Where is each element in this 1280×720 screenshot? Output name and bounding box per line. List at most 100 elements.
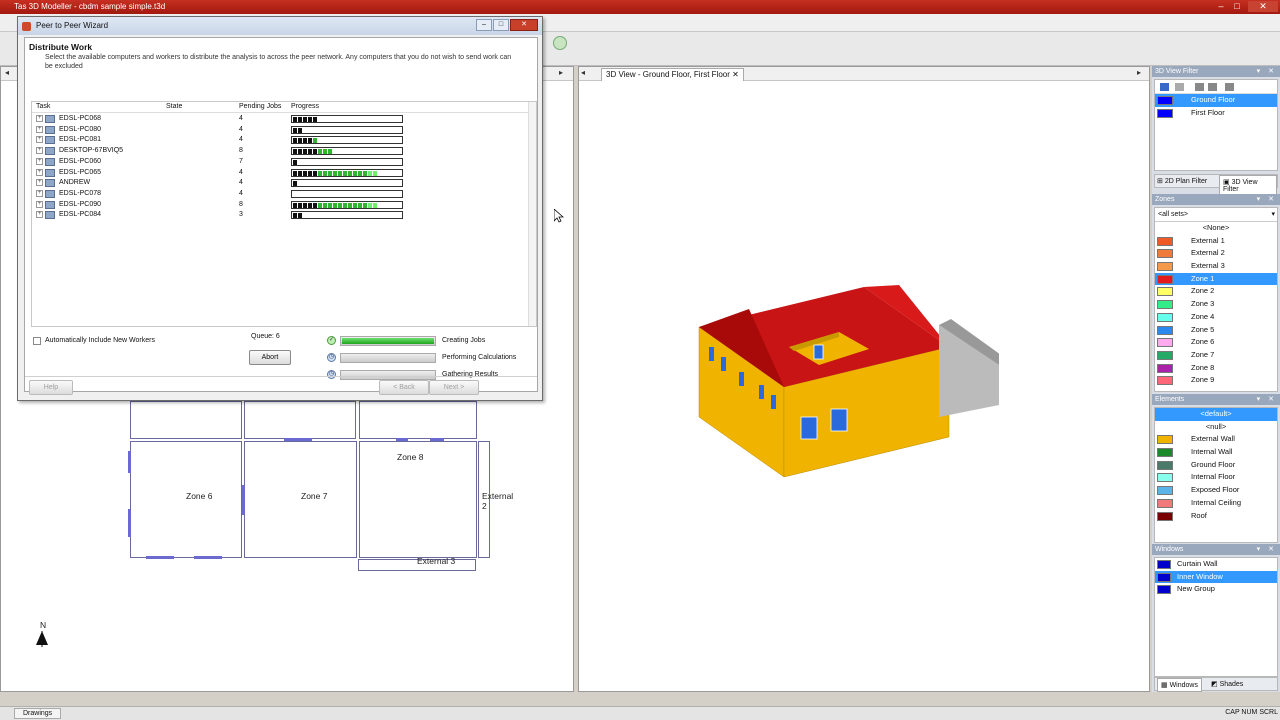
expand-icon[interactable]: + xyxy=(36,147,43,155)
expand-icon[interactable]: + xyxy=(36,211,43,219)
window-group-item[interactable]: Curtain Wall xyxy=(1155,558,1277,571)
tab-drawings[interactable]: Drawings xyxy=(14,708,62,719)
zones-set-select[interactable]: <all sets> ▾ xyxy=(1155,208,1277,222)
scroll-right-icon[interactable]: ▸ xyxy=(1137,68,1141,77)
element-item[interactable]: Internal Floor xyxy=(1155,471,1277,484)
plan-room[interactable] xyxy=(130,401,242,439)
filter-tool-icon[interactable] xyxy=(1160,83,1169,91)
tab-3d-view-filter[interactable]: ▣ 3D View Filter xyxy=(1219,175,1277,196)
progress-segment xyxy=(333,170,337,176)
panel-controls-icon[interactable]: ▾ ✕ xyxy=(1257,66,1277,77)
zone-item[interactable]: Zone 6 xyxy=(1155,336,1277,349)
window-group-item[interactable]: New Group xyxy=(1155,583,1277,596)
expand-icon[interactable]: + xyxy=(36,189,43,197)
scroll-left-icon[interactable]: ◂ xyxy=(5,68,9,77)
zones-set-value: all sets xyxy=(1162,211,1184,218)
column-header-task[interactable]: Task xyxy=(36,103,50,110)
scroll-right-icon[interactable]: ▸ xyxy=(559,68,563,77)
tab-windows[interactable]: ▦ Windows xyxy=(1157,678,1202,692)
scroll-left-icon[interactable]: ◂ xyxy=(581,68,585,77)
zone-item[interactable]: Zone 7 xyxy=(1155,349,1277,362)
worker-row[interactable]: + ANDREW 4 xyxy=(32,178,536,189)
worker-row[interactable]: + EDSL-PC084 3 xyxy=(32,210,536,221)
worker-row[interactable]: + EDSL-PC078 4 xyxy=(32,189,536,200)
plan-room[interactable] xyxy=(359,401,477,439)
auto-include-checkbox[interactable] xyxy=(33,337,41,345)
element-item[interactable]: Internal Wall xyxy=(1155,446,1277,459)
zone-item[interactable]: Zone 4 xyxy=(1155,311,1277,324)
filter-item[interactable]: Ground Floor xyxy=(1155,94,1277,107)
zone-item[interactable]: <None> xyxy=(1155,222,1277,235)
worker-row[interactable]: + EDSL-PC081 4 xyxy=(32,135,536,146)
worker-progress-bar xyxy=(291,168,403,177)
expand-icon[interactable]: + xyxy=(36,200,43,208)
tab-shades[interactable]: ◩ Shades xyxy=(1211,680,1243,688)
progress-segment xyxy=(293,159,297,165)
worker-row[interactable]: + EDSL-PC065 4 xyxy=(32,168,536,179)
windows-list: Curtain Wall Inner Window New Group xyxy=(1155,558,1277,596)
dialog-minimize-icon[interactable]: – xyxy=(476,19,492,31)
grid-scrollbar[interactable] xyxy=(528,102,536,326)
element-item[interactable]: Exposed Floor xyxy=(1155,484,1277,497)
filter-tool-icon[interactable] xyxy=(1208,83,1217,91)
worker-row[interactable]: + EDSL-PC090 8 xyxy=(32,200,536,211)
filter-tool-icon[interactable] xyxy=(1175,83,1184,91)
expand-icon[interactable]: + xyxy=(36,157,43,165)
worker-row[interactable]: + EDSL-PC080 4 xyxy=(32,125,536,136)
zone-item[interactable]: External 1 xyxy=(1155,235,1277,248)
zone-item[interactable]: Zone 3 xyxy=(1155,298,1277,311)
progress-segment xyxy=(303,170,307,176)
abort-button[interactable]: Abort xyxy=(249,350,291,365)
plan-room[interactable] xyxy=(244,401,356,439)
filter-tool-icon[interactable] xyxy=(1195,83,1204,91)
worker-name: EDSL-PC068 xyxy=(59,115,102,122)
zone-item[interactable]: External 3 xyxy=(1155,260,1277,273)
element-item[interactable]: Internal Ceiling xyxy=(1155,497,1277,510)
panel-controls-icon[interactable]: ▾ ✕ xyxy=(1257,394,1277,405)
window-group-item[interactable]: Inner Window xyxy=(1155,570,1277,584)
worker-name: EDSL-PC090 xyxy=(59,200,102,208)
panel-controls-icon[interactable]: ▾ ✕ xyxy=(1257,194,1277,205)
dialog-maximize-icon[interactable]: □ xyxy=(493,19,509,31)
column-header-state[interactable]: State xyxy=(166,103,182,110)
element-item[interactable]: <null> xyxy=(1155,421,1277,434)
column-header-pending-jobs[interactable]: Pending Jobs xyxy=(239,103,281,110)
windows-title: Windows xyxy=(1155,546,1184,553)
zone-item[interactable]: Zone 1 xyxy=(1155,272,1277,286)
worker-row[interactable]: + EDSL-PC060 7 xyxy=(32,157,536,168)
zone-item[interactable]: Zone 2 xyxy=(1155,285,1277,298)
panel-controls-icon[interactable]: ▾ ✕ xyxy=(1257,544,1277,555)
worker-row[interactable]: + DESKTOP-67BVIQ5 8 xyxy=(32,146,536,157)
next-button[interactable]: Next > xyxy=(429,380,479,395)
maximize-icon[interactable]: □ xyxy=(1230,1,1244,12)
refresh-icon[interactable] xyxy=(553,36,567,50)
expand-icon[interactable]: + xyxy=(36,179,43,187)
worker-row[interactable]: + EDSL-PC068 4 xyxy=(32,114,536,125)
close-tab-icon[interactable]: ✕ xyxy=(732,70,739,79)
element-item[interactable]: <default> xyxy=(1155,408,1277,421)
zone-item[interactable]: Zone 5 xyxy=(1155,324,1277,337)
minimize-icon[interactable]: – xyxy=(1214,1,1228,12)
dialog-close-icon[interactable]: ✕ xyxy=(510,19,538,31)
filter-tool-icon[interactable] xyxy=(1225,83,1234,91)
close-icon[interactable]: ✕ xyxy=(1248,1,1278,12)
element-item[interactable]: Roof xyxy=(1155,510,1277,523)
progress-segment xyxy=(358,202,362,208)
expand-icon[interactable]: + xyxy=(36,136,43,144)
back-button[interactable]: < Back xyxy=(379,380,429,395)
element-item[interactable]: External Wall xyxy=(1155,433,1277,446)
zone-item[interactable]: Zone 9 xyxy=(1155,374,1277,387)
zone-item[interactable]: External 2 xyxy=(1155,247,1277,260)
expand-icon[interactable]: + xyxy=(36,115,43,122)
filter-item[interactable]: First Floor xyxy=(1155,107,1277,120)
element-item[interactable]: Ground Floor xyxy=(1155,459,1277,472)
column-header-progress[interactable]: Progress xyxy=(291,103,319,110)
plan-window xyxy=(128,509,131,537)
zone-item[interactable]: Zone 8 xyxy=(1155,362,1277,375)
expand-icon[interactable]: + xyxy=(36,168,43,176)
tab-2d-plan-filter[interactable]: ⊞ 2D Plan Filter xyxy=(1157,177,1207,185)
help-button[interactable]: Help xyxy=(29,380,73,395)
tab-3d-view[interactable]: 3D View - Ground Floor, First Floor ✕ xyxy=(601,68,744,81)
progress-segment xyxy=(313,138,317,144)
expand-icon[interactable]: + xyxy=(36,125,43,133)
